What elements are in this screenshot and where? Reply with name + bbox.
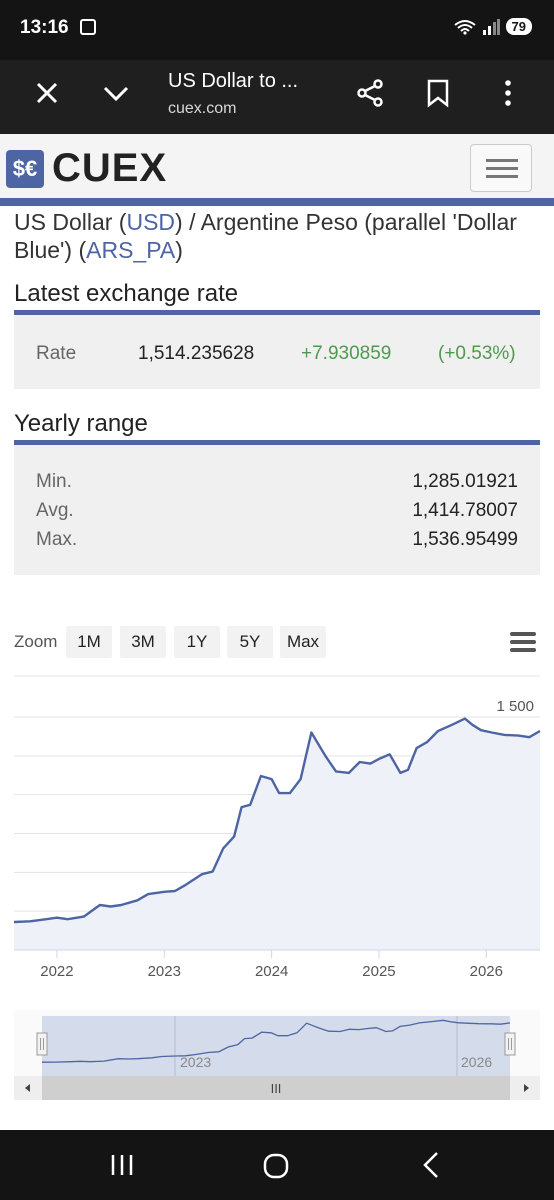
rate-change-percent: (+0.53%) — [438, 343, 516, 364]
zoom-1m-button[interactable]: 1M — [66, 626, 112, 658]
x-tick-label: 2024 — [255, 963, 288, 980]
series-area — [14, 718, 540, 950]
zoom-3m-button[interactable]: 3M — [120, 626, 166, 658]
status-time: 13:16 — [20, 17, 69, 38]
status-bar: 13:16 79 — [0, 0, 554, 60]
quote-currency-link[interactable]: ARS_PA — [86, 237, 175, 263]
x-tick-label: 2023 — [148, 963, 181, 980]
more-options-icon[interactable] — [496, 78, 520, 108]
range-value: 1,536.95499 — [412, 529, 518, 550]
range-value: 1,414.78007 — [412, 500, 518, 521]
rate-label: Rate — [36, 343, 77, 364]
zoom-max-button[interactable]: Max — [280, 626, 326, 658]
heading-text: ) — [175, 237, 183, 263]
range-value: 1,285.01921 — [412, 471, 518, 492]
heading-text: US Dollar ( — [14, 209, 127, 235]
wifi-icon — [453, 19, 476, 35]
chart-navigator[interactable]: 2023 2026 III — [14, 1010, 540, 1102]
notification-icon — [80, 19, 96, 35]
chart-menu-icon[interactable] — [510, 632, 536, 652]
range-row-max: Max. 1,536.95499 — [36, 529, 518, 551]
range-label: Min. — [36, 471, 72, 492]
range-label: Max. — [36, 529, 78, 550]
bookmark-icon[interactable] — [425, 78, 451, 108]
yearly-range-panel: Min. 1,285.01921 Avg. 1,414.78007 Max. 1,53… — [14, 445, 540, 575]
rate-value: 1,514.235628 — [138, 343, 255, 364]
navigator-selection[interactable] — [42, 1016, 510, 1076]
range-row-avg: Avg. 1,414.78007 — [36, 500, 518, 522]
home-icon[interactable] — [262, 1152, 290, 1180]
x-tick-label: 2022 — [40, 963, 73, 980]
close-icon[interactable] — [34, 80, 60, 106]
latest-rate-panel: Rate 1,514.235628 +7.930859 (+0.53%) — [14, 315, 540, 389]
system-navigation-bar — [0, 1130, 554, 1200]
url-text[interactable]: cuex.com — [168, 100, 236, 118]
scrollbar-grip-icon: III — [271, 1081, 282, 1096]
y-tick-label: 1 500 — [496, 698, 534, 715]
site-header: $€ CUEX — [0, 134, 554, 206]
page-title: US Dollar (USD) / Argentine Peso (parall… — [14, 208, 544, 264]
zoom-bar: Zoom 1M 3M 1Y 5Y Max — [14, 626, 540, 658]
latest-rate-title: Latest exchange rate — [14, 280, 239, 307]
navigator-label: 2023 — [180, 1054, 211, 1070]
rate-change: +7.930859 — [301, 343, 392, 364]
share-icon[interactable] — [355, 78, 385, 108]
yearly-range-title: Yearly range — [14, 410, 148, 437]
navigator-left-handle[interactable] — [36, 1032, 48, 1056]
zoom-5y-button[interactable]: 5Y — [227, 626, 273, 658]
range-row-min: Min. 1,285.01921 — [36, 471, 518, 493]
navigator-label: 2026 — [461, 1054, 492, 1070]
tab-title: US Dollar to ... — [168, 70, 299, 92]
back-icon[interactable] — [420, 1150, 442, 1180]
status-icons: 79 — [453, 18, 532, 35]
signal-icon — [482, 18, 500, 35]
base-currency-link[interactable]: USD — [126, 209, 175, 235]
exchange-rate-chart[interactable]: 02505007501 0001 2501 500202220232024202… — [0, 672, 554, 992]
recent-apps-icon[interactable] — [108, 1152, 136, 1178]
logo-icon[interactable]: $€ — [6, 150, 44, 188]
zoom-label: Zoom — [14, 632, 58, 651]
x-tick-label: 2025 — [362, 963, 395, 980]
navigator-right-handle[interactable] — [504, 1032, 516, 1056]
hamburger-menu-button[interactable] — [470, 144, 532, 192]
browser-toolbar: US Dollar to ... cuex.com — [0, 60, 554, 134]
chevron-down-icon[interactable] — [101, 80, 131, 106]
zoom-1y-button[interactable]: 1Y — [174, 626, 220, 658]
battery-indicator: 79 — [505, 18, 532, 35]
site-logo[interactable]: CUEX — [52, 146, 167, 191]
x-tick-label: 2026 — [470, 963, 503, 980]
range-label: Avg. — [36, 500, 74, 521]
